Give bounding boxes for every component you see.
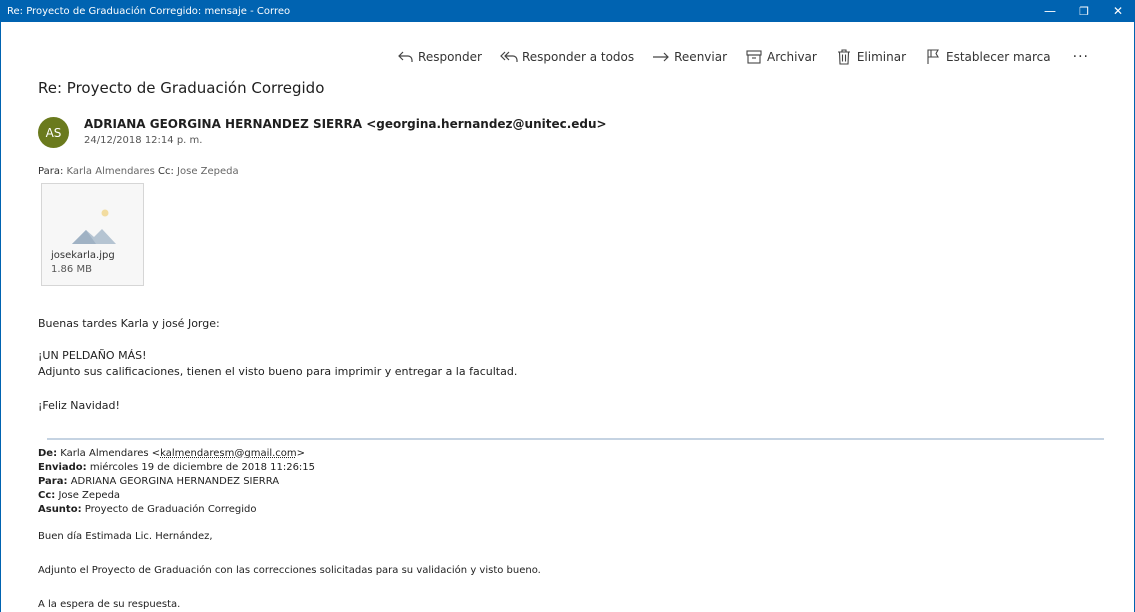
flag-button[interactable]: Establecer marca xyxy=(924,48,1051,66)
trash-icon xyxy=(835,48,853,66)
delete-label: Eliminar xyxy=(856,50,907,64)
message-subject: Re: Proyecto de Graduación Corregido xyxy=(38,79,325,97)
orig-to-value: ADRIANA GEORGINA HERNANDEZ SIERRA xyxy=(70,476,280,487)
body-line-1: ¡UN PELDAÑO MÁS! xyxy=(38,349,147,362)
image-file-icon xyxy=(72,209,116,244)
orig-subject-label: Asunto: xyxy=(38,504,82,515)
to-recipient[interactable]: Karla Almendares xyxy=(67,166,155,177)
message-toolbar: Responder Responder a todos Reenviar Arc… xyxy=(378,44,1089,70)
sent-label: Enviado: xyxy=(38,462,87,473)
reply-all-label: Responder a todos xyxy=(521,50,635,64)
from-label: De: xyxy=(38,448,58,459)
sender-name[interactable]: ADRIANA GEORGINA HERNANDEZ SIERRA <georg… xyxy=(84,117,607,131)
from-end: > xyxy=(296,448,306,459)
flag-label: Establecer marca xyxy=(946,50,1051,64)
quote-divider xyxy=(47,438,1104,440)
recipients-line: Para: Karla Almendares Cc: Jose Zepeda xyxy=(38,166,239,177)
flag-icon xyxy=(924,48,942,66)
forward-arrow-icon xyxy=(652,48,670,66)
sent-value: miércoles 19 de diciembre de 2018 11:26:… xyxy=(89,462,316,473)
from-name: Karla Almendares < xyxy=(60,448,161,459)
orig-to-label: Para: xyxy=(38,476,68,487)
body-closing: ¡Feliz Navidad! xyxy=(38,399,120,412)
body-greeting: Buenas tardes Karla y josé Jorge: xyxy=(38,317,220,330)
reply-icon xyxy=(396,48,414,66)
original-line-2: A la espera de su respuesta. xyxy=(38,599,181,610)
original-cc: Cc: Jose Zepeda xyxy=(38,490,120,501)
window-title: Re: Proyecto de Graduación Corregido: me… xyxy=(7,5,291,17)
body-line-2: Adjunto sus calificaciones, tienen el vi… xyxy=(38,365,518,378)
reply-all-button[interactable]: Responder a todos xyxy=(500,48,634,66)
archive-icon xyxy=(745,48,763,66)
orig-cc-label: Cc: xyxy=(38,490,56,501)
reply-all-icon xyxy=(500,48,518,66)
forward-label: Reenviar xyxy=(674,50,728,64)
close-button[interactable]: ✕ xyxy=(1101,0,1135,22)
avatar: AS xyxy=(38,117,69,148)
orig-subject-value: Proyecto de Graduación Corregido xyxy=(84,504,257,515)
reply-label: Responder xyxy=(418,50,482,64)
original-from: De: Karla Almendares <kalmendaresm@gmail… xyxy=(38,448,305,459)
original-subject: Asunto: Proyecto de Graduación Corregido xyxy=(38,504,257,515)
to-label: Para: xyxy=(38,166,64,177)
original-line-1: Adjunto el Proyecto de Graduación con la… xyxy=(38,565,541,576)
cc-label: Cc: xyxy=(158,166,174,177)
delete-button[interactable]: Eliminar xyxy=(835,48,906,66)
message-date: 24/12/2018 12:14 p. m. xyxy=(84,135,203,146)
forward-button[interactable]: Reenviar xyxy=(652,48,727,66)
archive-label: Archivar xyxy=(767,50,817,64)
more-options-button[interactable]: ··· xyxy=(1073,49,1089,65)
original-sent: Enviado: miércoles 19 de diciembre de 20… xyxy=(38,462,315,473)
original-to: Para: ADRIANA GEORGINA HERNANDEZ SIERRA xyxy=(38,476,279,487)
attachment-card[interactable]: josekarla.jpg 1.86 MB xyxy=(41,183,144,286)
reply-button[interactable]: Responder xyxy=(396,48,482,66)
title-bar: Re: Proyecto de Graduación Corregido: me… xyxy=(0,0,1135,22)
attachment-size: 1.86 MB xyxy=(51,264,92,275)
minimize-button[interactable]: — xyxy=(1033,0,1067,22)
from-email-link[interactable]: kalmendaresm@gmail.com xyxy=(160,448,297,459)
attachment-filename: josekarla.jpg xyxy=(51,250,115,261)
orig-cc-value: Jose Zepeda xyxy=(58,490,121,501)
restore-button[interactable]: ❐ xyxy=(1067,0,1101,22)
cc-recipient[interactable]: Jose Zepeda xyxy=(177,166,239,177)
archive-button[interactable]: Archivar xyxy=(745,48,817,66)
original-greeting: Buen día Estimada Lic. Hernández, xyxy=(38,531,213,542)
